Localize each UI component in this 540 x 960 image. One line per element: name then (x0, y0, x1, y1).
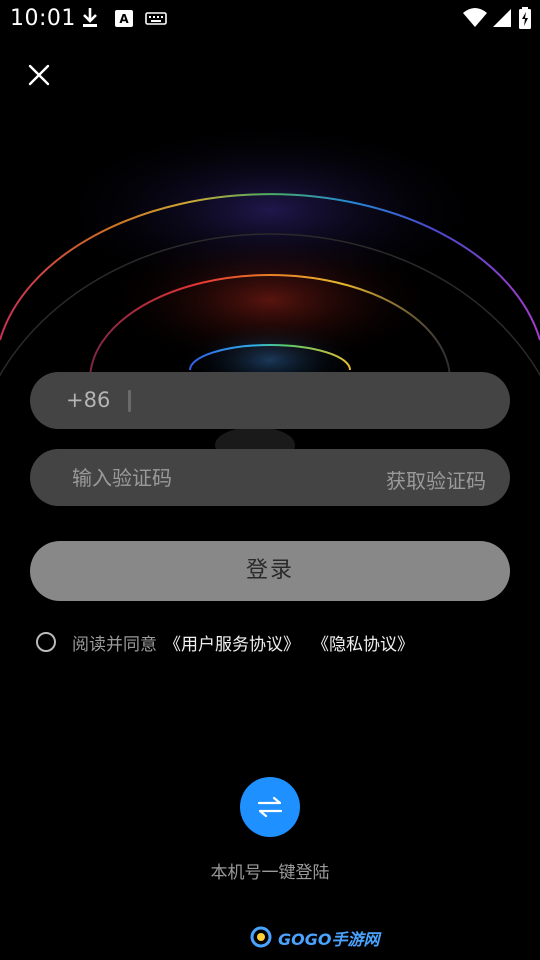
text-cursor (128, 390, 131, 412)
get-code-button[interactable]: 获取验证码 (386, 465, 486, 494)
one-key-login-button[interactable] (240, 777, 300, 837)
clock: 10:01 (10, 6, 76, 31)
country-code[interactable]: +86 (66, 388, 110, 412)
swap-icon (257, 796, 283, 818)
verification-code-field: 获取验证码 (30, 449, 510, 506)
watermark-logo: GOGO手游网 (250, 924, 379, 952)
close-icon (28, 64, 50, 86)
agree-radio[interactable] (36, 632, 56, 652)
phone-input[interactable] (138, 382, 492, 420)
login-button[interactable]: 登录 (30, 541, 510, 601)
privacy-agreement-link[interactable]: 《隐私协议》 (312, 630, 414, 655)
watermark-text: GOGO手游网 (278, 930, 380, 949)
phone-field[interactable]: +86 (30, 372, 510, 429)
svg-text:A: A (119, 12, 129, 26)
user-agreement-link[interactable]: 《用户服务协议》 (164, 630, 300, 655)
wifi-icon (463, 8, 487, 27)
one-key-login-label: 本机号一键登陆 (210, 863, 330, 883)
verification-code-input[interactable] (70, 459, 334, 497)
battery-icon (519, 7, 531, 29)
close-button[interactable] (22, 58, 56, 92)
a-badge-icon: A (115, 10, 133, 27)
status-bar: 10:01 A (0, 0, 540, 36)
keyboard-icon (145, 12, 167, 25)
logo-icon (250, 926, 272, 948)
signal-icon (493, 9, 511, 27)
download-icon (83, 8, 97, 27)
agreement-text: 阅读并同意 (72, 635, 157, 655)
